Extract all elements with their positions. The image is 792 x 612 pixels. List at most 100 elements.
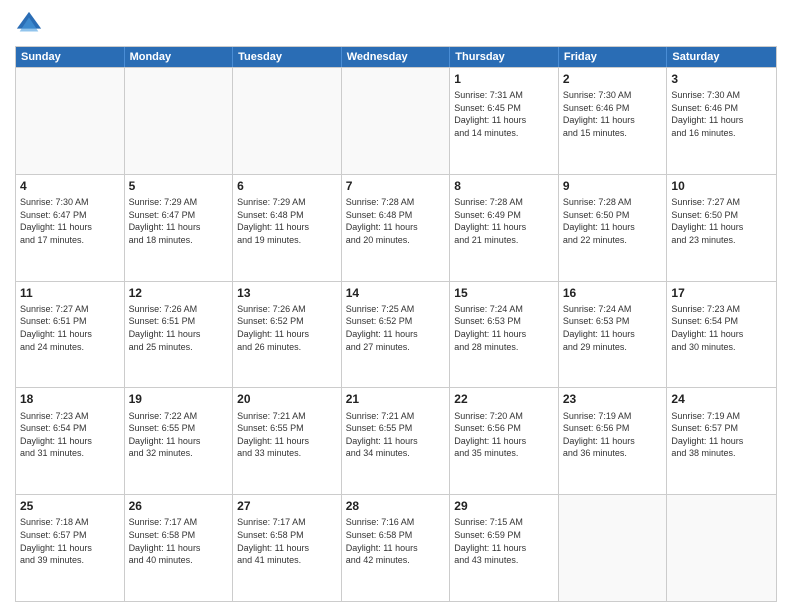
day-number: 11 bbox=[20, 285, 120, 301]
day-number: 6 bbox=[237, 178, 337, 194]
cal-cell-day-15: 15 Sunrise: 7:24 AM Sunset: 6:53 PM Dayli… bbox=[450, 282, 559, 388]
cell-info: Sunrise: 7:29 AM Sunset: 6:47 PM Dayligh… bbox=[129, 196, 229, 246]
cell-info: Sunrise: 7:28 AM Sunset: 6:50 PM Dayligh… bbox=[563, 196, 663, 246]
cal-weekday-thursday: Thursday bbox=[450, 47, 559, 67]
cal-cell-day-7: 7 Sunrise: 7:28 AM Sunset: 6:48 PM Daylig… bbox=[342, 175, 451, 281]
cell-info: Sunrise: 7:16 AM Sunset: 6:58 PM Dayligh… bbox=[346, 516, 446, 566]
day-number: 17 bbox=[671, 285, 772, 301]
day-number: 8 bbox=[454, 178, 554, 194]
cal-cell-day-23: 23 Sunrise: 7:19 AM Sunset: 6:56 PM Dayli… bbox=[559, 388, 668, 494]
calendar-row-2: 11 Sunrise: 7:27 AM Sunset: 6:51 PM Dayli… bbox=[16, 281, 776, 388]
cell-info: Sunrise: 7:15 AM Sunset: 6:59 PM Dayligh… bbox=[454, 516, 554, 566]
day-number: 14 bbox=[346, 285, 446, 301]
cal-cell-day-24: 24 Sunrise: 7:19 AM Sunset: 6:57 PM Dayli… bbox=[667, 388, 776, 494]
day-number: 18 bbox=[20, 391, 120, 407]
cal-cell-day-18: 18Sunrise: 7:23 AM Sunset: 6:54 PM Dayli… bbox=[16, 388, 125, 494]
cell-info: Sunrise: 7:27 AM Sunset: 6:50 PM Dayligh… bbox=[671, 196, 772, 246]
calendar: SundayMondayTuesdayWednesdayThursdayFrid… bbox=[15, 46, 777, 602]
cell-info: Sunrise: 7:19 AM Sunset: 6:56 PM Dayligh… bbox=[563, 410, 663, 460]
cal-cell-day-14: 14 Sunrise: 7:25 AM Sunset: 6:52 PM Dayli… bbox=[342, 282, 451, 388]
cell-info: Sunrise: 7:24 AM Sunset: 6:53 PM Dayligh… bbox=[563, 303, 663, 353]
calendar-row-1: 4 Sunrise: 7:30 AM Sunset: 6:47 PM Daylig… bbox=[16, 174, 776, 281]
day-number: 4 bbox=[20, 178, 120, 194]
cal-cell-empty bbox=[16, 68, 125, 174]
day-number: 24 bbox=[671, 391, 772, 407]
cal-cell-day-3: 3 Sunrise: 7:30 AM Sunset: 6:46 PM Daylig… bbox=[667, 68, 776, 174]
day-number: 3 bbox=[671, 71, 772, 87]
cal-weekday-saturday: Saturday bbox=[667, 47, 776, 67]
day-number: 25 bbox=[20, 498, 120, 514]
day-number: 1 bbox=[454, 71, 554, 87]
cell-info: Sunrise: 7:21 AM Sunset: 6:55 PM Dayligh… bbox=[237, 410, 337, 460]
cal-cell-empty bbox=[667, 495, 776, 601]
cell-info: Sunrise: 7:28 AM Sunset: 6:48 PM Dayligh… bbox=[346, 196, 446, 246]
cell-info: Sunrise: 7:22 AM Sunset: 6:55 PM Dayligh… bbox=[129, 410, 229, 460]
cell-info: Sunrise: 7:29 AM Sunset: 6:48 PM Dayligh… bbox=[237, 196, 337, 246]
day-number: 2 bbox=[563, 71, 663, 87]
cell-info: Sunrise: 7:19 AM Sunset: 6:57 PM Dayligh… bbox=[671, 410, 772, 460]
cal-cell-day-13: 13 Sunrise: 7:26 AM Sunset: 6:52 PM Dayli… bbox=[233, 282, 342, 388]
cell-info: Sunrise: 7:28 AM Sunset: 6:49 PM Dayligh… bbox=[454, 196, 554, 246]
cell-info: Sunrise: 7:25 AM Sunset: 6:52 PM Dayligh… bbox=[346, 303, 446, 353]
day-number: 16 bbox=[563, 285, 663, 301]
cal-cell-day-6: 6 Sunrise: 7:29 AM Sunset: 6:48 PM Daylig… bbox=[233, 175, 342, 281]
cell-info: Sunrise: 7:24 AM Sunset: 6:53 PM Dayligh… bbox=[454, 303, 554, 353]
cal-weekday-friday: Friday bbox=[559, 47, 668, 67]
cal-cell-day-19: 19 Sunrise: 7:22 AM Sunset: 6:55 PM Dayli… bbox=[125, 388, 234, 494]
cal-cell-day-8: 8 Sunrise: 7:28 AM Sunset: 6:49 PM Daylig… bbox=[450, 175, 559, 281]
calendar-row-0: 1 Sunrise: 7:31 AM Sunset: 6:45 PM Daylig… bbox=[16, 67, 776, 174]
cal-cell-empty bbox=[233, 68, 342, 174]
cal-cell-day-1: 1 Sunrise: 7:31 AM Sunset: 6:45 PM Daylig… bbox=[450, 68, 559, 174]
day-number: 21 bbox=[346, 391, 446, 407]
day-number: 5 bbox=[129, 178, 229, 194]
cell-info: Sunrise: 7:17 AM Sunset: 6:58 PM Dayligh… bbox=[129, 516, 229, 566]
cal-cell-day-26: 26 Sunrise: 7:17 AM Sunset: 6:58 PM Dayli… bbox=[125, 495, 234, 601]
day-number: 23 bbox=[563, 391, 663, 407]
day-number: 7 bbox=[346, 178, 446, 194]
day-number: 20 bbox=[237, 391, 337, 407]
calendar-header-row: SundayMondayTuesdayWednesdayThursdayFrid… bbox=[16, 47, 776, 67]
day-number: 12 bbox=[129, 285, 229, 301]
day-number: 27 bbox=[237, 498, 337, 514]
cal-cell-day-11: 11 Sunrise: 7:27 AM Sunset: 6:51 PM Dayli… bbox=[16, 282, 125, 388]
day-number: 29 bbox=[454, 498, 554, 514]
cal-cell-day-10: 10 Sunrise: 7:27 AM Sunset: 6:50 PM Dayli… bbox=[667, 175, 776, 281]
calendar-body: 1 Sunrise: 7:31 AM Sunset: 6:45 PM Daylig… bbox=[16, 67, 776, 601]
cell-info: Sunrise: 7:17 AM Sunset: 6:58 PM Dayligh… bbox=[237, 516, 337, 566]
cal-cell-day-29: 29 Sunrise: 7:15 AM Sunset: 6:59 PM Dayli… bbox=[450, 495, 559, 601]
calendar-row-3: 18Sunrise: 7:23 AM Sunset: 6:54 PM Dayli… bbox=[16, 387, 776, 494]
cal-weekday-tuesday: Tuesday bbox=[233, 47, 342, 67]
cal-cell-empty bbox=[342, 68, 451, 174]
cal-cell-day-12: 12Sunrise: 7:26 AM Sunset: 6:51 PM Dayli… bbox=[125, 282, 234, 388]
cell-info: Sunrise: 7:30 AM Sunset: 6:46 PM Dayligh… bbox=[671, 89, 772, 139]
cal-cell-day-17: 17 Sunrise: 7:23 AM Sunset: 6:54 PM Dayli… bbox=[667, 282, 776, 388]
cal-cell-day-22: 22Sunrise: 7:20 AM Sunset: 6:56 PM Dayli… bbox=[450, 388, 559, 494]
day-number: 28 bbox=[346, 498, 446, 514]
cell-info: Sunrise: 7:27 AM Sunset: 6:51 PM Dayligh… bbox=[20, 303, 120, 353]
logo bbox=[15, 10, 47, 38]
day-number: 15 bbox=[454, 285, 554, 301]
cell-info: Sunrise: 7:30 AM Sunset: 6:46 PM Dayligh… bbox=[563, 89, 663, 139]
day-number: 26 bbox=[129, 498, 229, 514]
cal-weekday-sunday: Sunday bbox=[16, 47, 125, 67]
cal-cell-day-25: 25Sunrise: 7:18 AM Sunset: 6:57 PM Dayli… bbox=[16, 495, 125, 601]
day-number: 13 bbox=[237, 285, 337, 301]
cal-cell-day-21: 21 Sunrise: 7:21 AM Sunset: 6:55 PM Dayli… bbox=[342, 388, 451, 494]
cal-weekday-wednesday: Wednesday bbox=[342, 47, 451, 67]
cal-cell-empty bbox=[125, 68, 234, 174]
day-number: 22 bbox=[454, 391, 554, 407]
cell-info: Sunrise: 7:31 AM Sunset: 6:45 PM Dayligh… bbox=[454, 89, 554, 139]
cell-info: Sunrise: 7:30 AM Sunset: 6:47 PM Dayligh… bbox=[20, 196, 120, 246]
cal-cell-day-2: 2 Sunrise: 7:30 AM Sunset: 6:46 PM Daylig… bbox=[559, 68, 668, 174]
cell-info: Sunrise: 7:21 AM Sunset: 6:55 PM Dayligh… bbox=[346, 410, 446, 460]
cell-info: Sunrise: 7:26 AM Sunset: 6:52 PM Dayligh… bbox=[237, 303, 337, 353]
cal-cell-day-5: 5 Sunrise: 7:29 AM Sunset: 6:47 PM Daylig… bbox=[125, 175, 234, 281]
cal-cell-day-9: 9Sunrise: 7:28 AM Sunset: 6:50 PM Daylig… bbox=[559, 175, 668, 281]
cal-cell-day-27: 27 Sunrise: 7:17 AM Sunset: 6:58 PM Dayli… bbox=[233, 495, 342, 601]
day-number: 19 bbox=[129, 391, 229, 407]
cal-cell-day-28: 28 Sunrise: 7:16 AM Sunset: 6:58 PM Dayli… bbox=[342, 495, 451, 601]
cal-cell-day-16: 16 Sunrise: 7:24 AM Sunset: 6:53 PM Dayli… bbox=[559, 282, 668, 388]
day-number: 10 bbox=[671, 178, 772, 194]
cal-cell-empty bbox=[559, 495, 668, 601]
cell-info: Sunrise: 7:23 AM Sunset: 6:54 PM Dayligh… bbox=[671, 303, 772, 353]
